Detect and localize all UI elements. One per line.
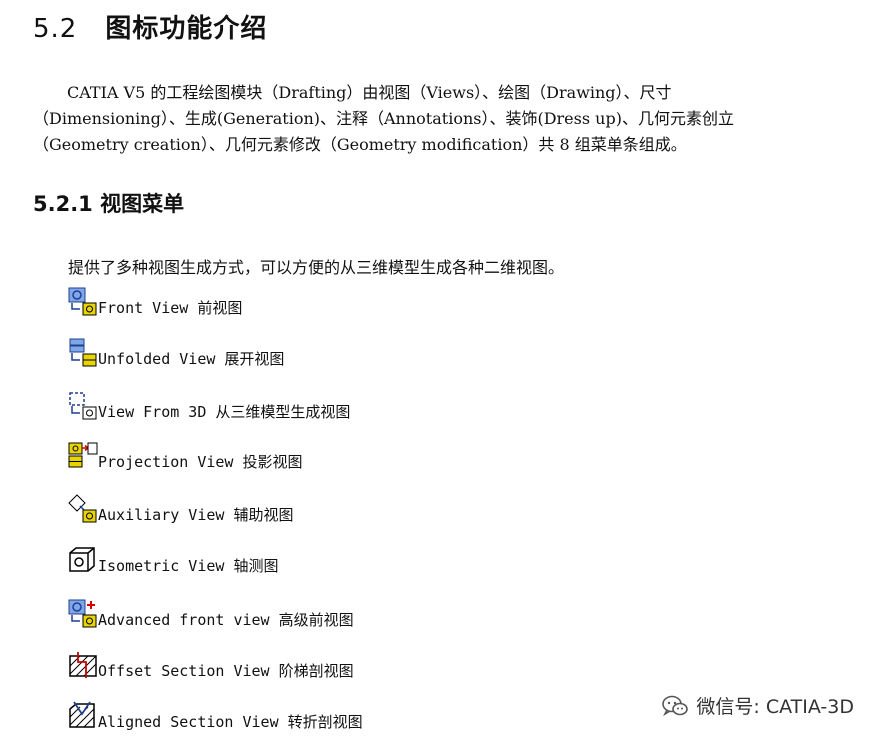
item-en-label: Auxiliary View xyxy=(98,506,225,524)
wechat-icon xyxy=(662,695,689,716)
view-menu-intro: 提供了多种视图生成方式，可以方便的从三维模型生成各种二维视图。 xyxy=(68,258,565,277)
list-item-isometric-view: Isometric View 轴测图 xyxy=(68,543,278,575)
item-zh-label: 从三维模型生成视图 xyxy=(215,403,351,421)
offset-section-view-icon xyxy=(69,652,97,678)
front-view-icon xyxy=(68,287,97,316)
view-from-3d-icon xyxy=(69,392,97,420)
projection-view-icon xyxy=(68,442,98,468)
item-zh-label: 阶梯剖视图 xyxy=(278,662,354,680)
item-en-label: Isometric View xyxy=(98,557,225,575)
item-zh-label: 辅助视图 xyxy=(233,506,294,524)
subsection-heading: 5.2.1 视图菜单 xyxy=(33,188,184,218)
wechat-watermark: 微信号: CATIA-3D xyxy=(662,692,854,719)
intro-paragraph: CATIA V5 的工程绘图模块（Drafting）由视图（Views）、绘图（… xyxy=(33,80,823,158)
advanced-front-view-icon xyxy=(68,599,97,628)
unfolded-view-icon xyxy=(69,338,97,367)
list-item-unfolded-view: Unfolded View 展开视图 xyxy=(68,336,284,368)
item-en-label: Unfolded View xyxy=(98,350,216,368)
list-item-projection-view: Projection View 投影视图 xyxy=(68,439,302,471)
item-zh-label: 高级前视图 xyxy=(278,611,354,629)
item-zh-label: 投影视图 xyxy=(242,453,303,471)
list-item-auxiliary-view: Auxiliary View 辅助视图 xyxy=(68,492,293,524)
item-zh-label: 轴测图 xyxy=(233,557,279,575)
section-heading: 5.2 图标功能介绍 xyxy=(33,8,267,45)
list-item-view-from-3d: View From 3D 从三维模型生成视图 xyxy=(68,389,350,421)
paragraph-text: CATIA V5 的工程绘图模块（Drafting）由视图（Views）、绘图（… xyxy=(33,83,734,154)
list-item-advanced-front-view: Advanced front view 高级前视图 xyxy=(68,597,354,629)
subsection-title: 视图菜单 xyxy=(100,192,185,216)
isometric-view-icon xyxy=(69,547,95,572)
list-item-aligned-section-view: Aligned Section View 转折剖视图 xyxy=(68,699,363,731)
list-item-offset-section-view: Offset Section View 阶梯剖视图 xyxy=(68,648,354,680)
item-zh-label: 展开视图 xyxy=(224,350,285,368)
item-zh-label: 前视图 xyxy=(197,299,243,317)
item-en-label: Projection View xyxy=(98,453,234,471)
list-item-front-view: Front View 前视图 xyxy=(68,285,242,317)
item-en-label: Front View xyxy=(98,299,189,317)
aligned-section-view-icon xyxy=(69,701,95,728)
item-en-label: Aligned Section View xyxy=(98,713,279,731)
item-en-label: View From 3D xyxy=(98,403,207,421)
subsection-number: 5.2.1 xyxy=(33,192,93,216)
item-en-label: Offset Section View xyxy=(98,662,270,680)
watermark-text: 微信号: CATIA-3D xyxy=(696,696,854,718)
item-zh-label: 转折剖视图 xyxy=(287,713,363,731)
auxiliary-view-icon xyxy=(68,494,97,523)
section-title: 图标功能介绍 xyxy=(105,14,268,44)
item-en-label: Advanced front view xyxy=(98,611,270,629)
section-number: 5.2 xyxy=(33,14,78,44)
